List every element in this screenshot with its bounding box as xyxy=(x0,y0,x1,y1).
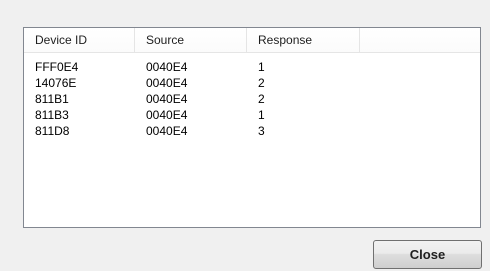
column-header-device-id[interactable]: Device ID xyxy=(24,28,135,52)
list-item[interactable]: FFF0E4 0040E4 1 xyxy=(24,59,480,75)
response-cell: 1 xyxy=(258,60,265,74)
source-cell: 0040E4 xyxy=(146,92,188,106)
device-id-cell: 811B1 xyxy=(35,92,69,106)
list-rows: FFF0E4 0040E4 1 14076E 0040E4 2 811B1 00… xyxy=(24,59,480,139)
column-header-response[interactable]: Response xyxy=(247,28,360,52)
column-header-filler xyxy=(360,28,480,52)
column-header-source[interactable]: Source xyxy=(135,28,247,52)
source-cell: 0040E4 xyxy=(146,76,188,90)
source-cell: 0040E4 xyxy=(146,108,188,122)
response-cell: 2 xyxy=(258,92,265,106)
device-id-cell: 811D8 xyxy=(35,124,70,138)
list-item[interactable]: 14076E 0040E4 2 xyxy=(24,75,480,91)
response-cell: 1 xyxy=(258,108,265,122)
response-cell: 2 xyxy=(258,76,265,90)
source-cell: 0040E4 xyxy=(146,60,188,74)
device-id-cell: 811B3 xyxy=(35,108,69,122)
list-item[interactable]: 811B1 0040E4 2 xyxy=(24,91,480,107)
list-header: Device ID Source Response xyxy=(24,28,480,53)
device-list-view[interactable]: Device ID Source Response FFF0E4 0040E4 … xyxy=(23,27,481,228)
close-button[interactable]: Close xyxy=(373,240,482,269)
device-id-cell: FFF0E4 xyxy=(35,60,79,74)
source-cell: 0040E4 xyxy=(146,124,188,138)
list-item[interactable]: 811D8 0040E4 3 xyxy=(24,123,480,139)
list-item[interactable]: 811B3 0040E4 1 xyxy=(24,107,480,123)
response-cell: 3 xyxy=(258,124,265,138)
device-response-dialog: Device ID Source Response FFF0E4 0040E4 … xyxy=(0,0,490,271)
device-id-cell: 14076E xyxy=(35,76,77,90)
